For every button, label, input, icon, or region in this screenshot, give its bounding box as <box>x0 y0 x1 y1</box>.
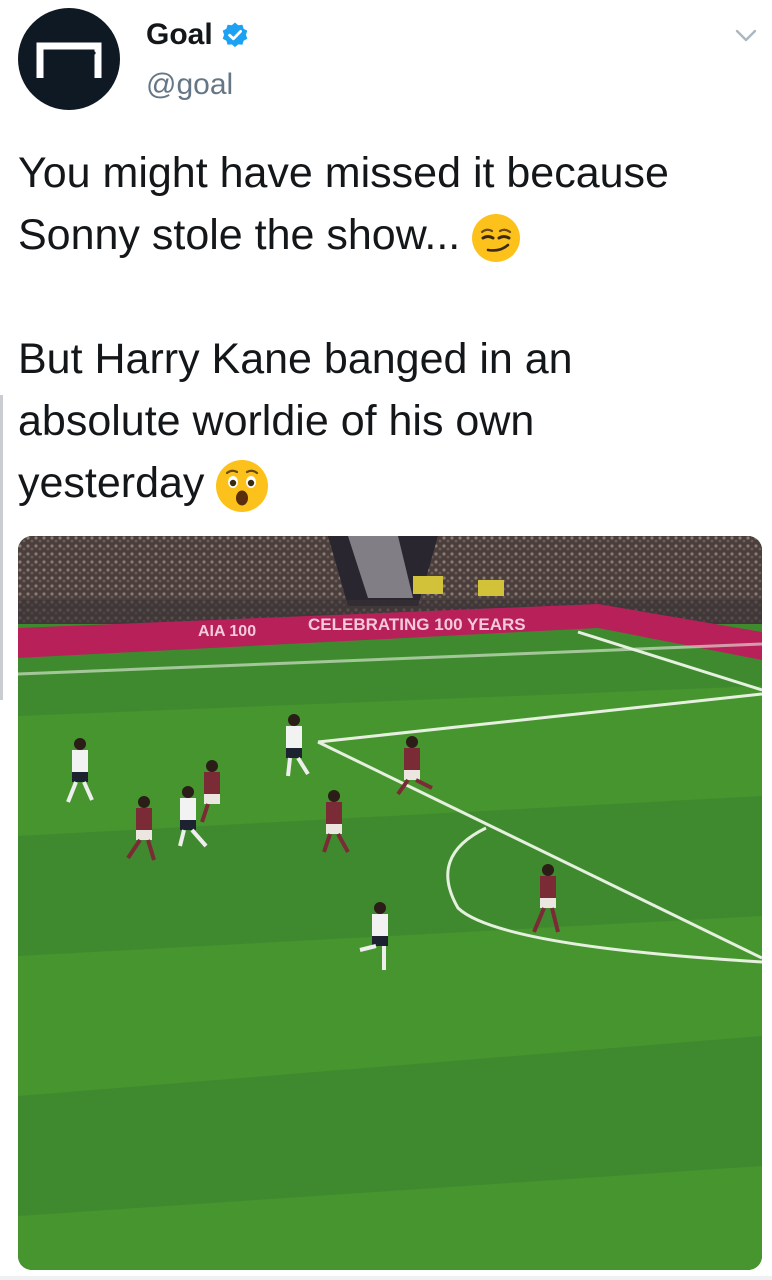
scroll-indicator <box>0 395 3 700</box>
tweet-line: yesterday <box>18 459 205 507</box>
media-video-thumbnail[interactable]: AIA 100 CELEBRATING 100 YEARS <box>18 536 762 1270</box>
tweet-line-with-emoji: yesterday <box>18 452 758 514</box>
football-pitch-image: AIA 100 CELEBRATING 100 YEARS <box>18 536 762 1270</box>
tweet-line: You might have missed it because <box>18 149 669 197</box>
hushed-face-emoji-icon <box>216 459 269 512</box>
tweet-line: absolute worldie of his own <box>18 397 535 445</box>
tweet-line-with-emoji: Sonny stole the show... <box>18 204 758 266</box>
tweet-line: But Harry Kane banged in an <box>18 335 573 383</box>
tweet-line: Sonny stole the show... <box>18 211 461 259</box>
goal-logo-icon <box>36 42 102 78</box>
author-display-name[interactable]: Goal <box>146 18 213 52</box>
author-handle[interactable]: @goal <box>146 68 233 102</box>
stadium-crowd <box>18 536 762 624</box>
tweet-text: You might have missed it because Sonny s… <box>18 142 758 514</box>
bottom-divider <box>0 1276 772 1280</box>
smirking-face-emoji-icon <box>472 213 521 262</box>
author-name-row[interactable]: Goal <box>146 18 249 52</box>
verified-badge-icon <box>222 22 247 48</box>
ad-board-text-left: AIA 100 <box>198 623 256 640</box>
ad-board-text-center: CELEBRATING 100 YEARS <box>308 615 526 634</box>
avatar[interactable] <box>18 8 120 110</box>
chevron-down-icon[interactable] <box>734 26 758 46</box>
tweet-card[interactable]: Goal @goal You might have missed it beca… <box>0 0 772 1280</box>
